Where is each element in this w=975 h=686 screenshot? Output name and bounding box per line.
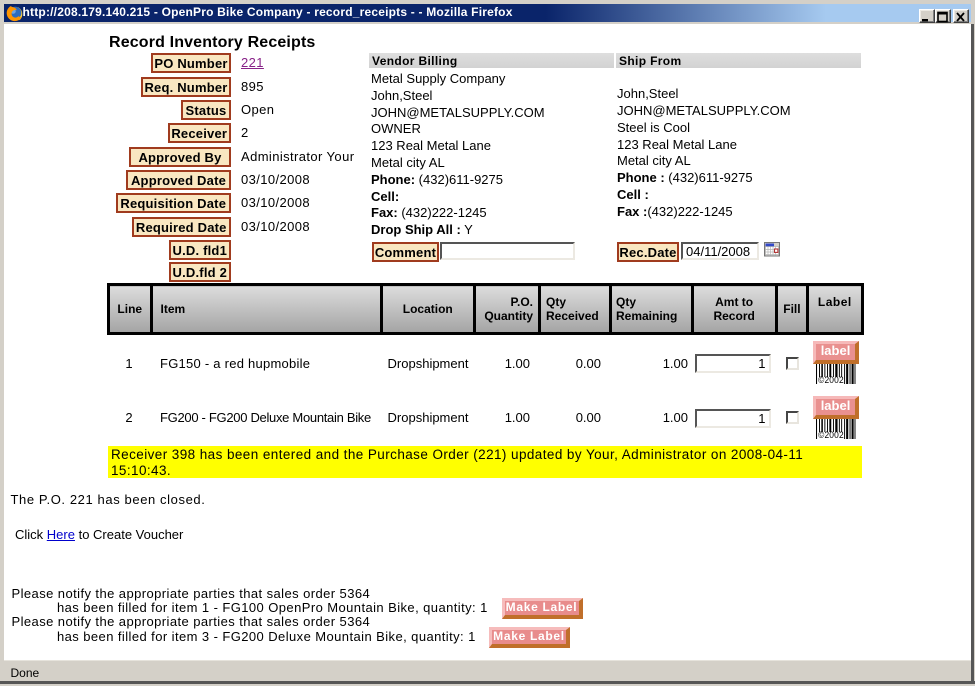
- svg-text:©2002: ©2002: [818, 430, 844, 439]
- svg-text:©2002: ©2002: [818, 375, 844, 384]
